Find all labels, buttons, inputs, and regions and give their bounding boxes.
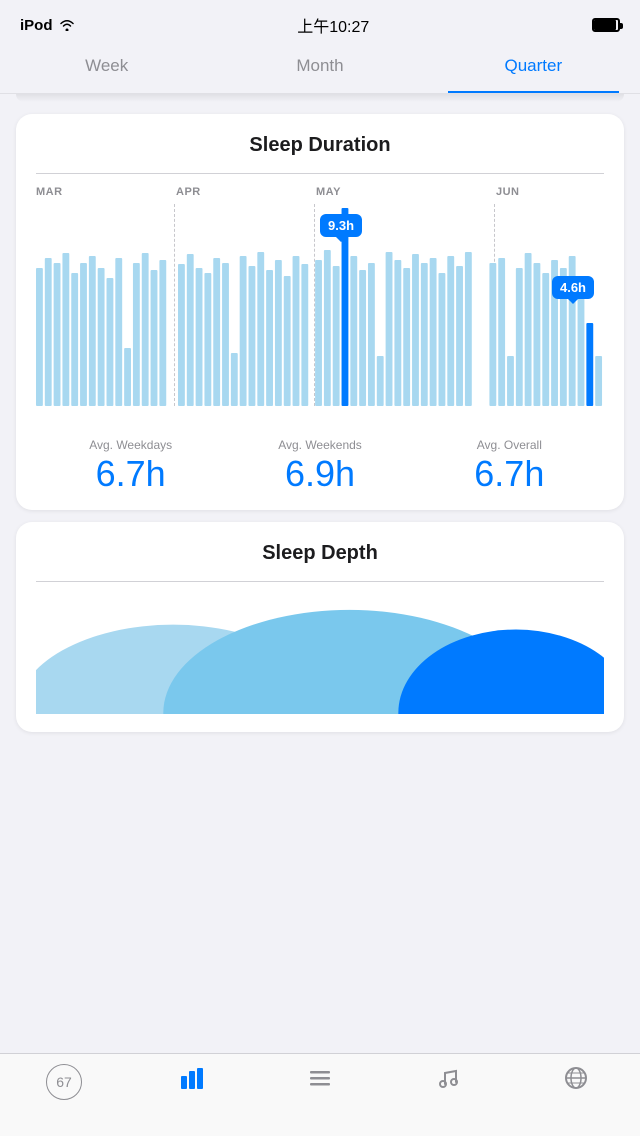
sleep-depth-svg — [36, 594, 604, 714]
battery-fill — [594, 20, 616, 30]
music-icon — [434, 1064, 462, 1092]
globe-icon — [562, 1064, 590, 1092]
sleep-depth-divider — [36, 581, 604, 582]
bottom-tab-chart[interactable] — [128, 1064, 256, 1092]
battery-icon — [592, 18, 620, 32]
bottom-tab-bar: 67 — [0, 1053, 640, 1136]
sleep-depth-chart — [36, 594, 604, 714]
scroll-content: Sleep Duration MAR APR MAY JUN — [0, 102, 640, 846]
sleep-duration-card: Sleep Duration MAR APR MAY JUN — [16, 114, 624, 510]
stat-weekends-label: Avg. Weekends — [225, 438, 414, 452]
tab-week[interactable]: Week — [0, 44, 213, 93]
sleep-duration-chart: MAR APR MAY JUN — [36, 186, 604, 406]
status-left: iPod — [20, 17, 75, 34]
stat-overall: Avg. Overall 6.7h — [415, 438, 604, 492]
bottom-tab-globe[interactable] — [512, 1064, 640, 1092]
month-label-jun: JUN — [496, 186, 520, 198]
tooltip-current: 4.6h — [552, 276, 594, 299]
sleep-depth-card: Sleep Depth — [16, 522, 624, 732]
sleep-depth-title: Sleep Depth — [36, 542, 604, 565]
list-icon — [306, 1064, 334, 1092]
stat-weekdays-label: Avg. Weekdays — [36, 438, 225, 452]
stat-overall-label: Avg. Overall — [415, 438, 604, 452]
stat-weekends: Avg. Weekends 6.9h — [225, 438, 414, 492]
page-bottom-spacer — [16, 744, 624, 834]
sleep-duration-title: Sleep Duration — [36, 134, 604, 157]
status-time: 上午10:27 — [297, 13, 369, 37]
top-tab-bar: Week Month Quarter — [0, 44, 640, 94]
bottom-tab-music[interactable] — [384, 1064, 512, 1092]
stat-weekends-value: 6.9h — [225, 456, 414, 492]
bottom-tab-list[interactable] — [256, 1064, 384, 1092]
chart-divider — [36, 173, 604, 174]
tooltip-high: 9.3h — [320, 214, 362, 237]
status-right — [592, 18, 620, 32]
stat-weekdays-value: 6.7h — [36, 456, 225, 492]
stat-weekdays: Avg. Weekdays 6.7h — [36, 438, 225, 492]
bar-chart-icon — [178, 1064, 206, 1092]
month-label-apr: APR — [176, 186, 201, 198]
bottom-tab-badge[interactable]: 67 — [0, 1064, 128, 1100]
bar-chart-svg — [36, 208, 604, 406]
stats-row: Avg. Weekdays 6.7h Avg. Weekends 6.9h Av… — [36, 426, 604, 492]
badge-icon: 67 — [46, 1064, 82, 1100]
wifi-icon — [59, 19, 75, 31]
status-bar: iPod 上午10:27 — [0, 0, 640, 44]
tab-month[interactable]: Month — [213, 44, 426, 93]
tab-quarter[interactable]: Quarter — [427, 44, 640, 93]
device-name: iPod — [20, 17, 53, 34]
month-label-may: MAY — [316, 186, 341, 198]
month-label-mar: MAR — [36, 186, 63, 198]
scroll-hint — [16, 94, 624, 102]
stat-overall-value: 6.7h — [415, 456, 604, 492]
